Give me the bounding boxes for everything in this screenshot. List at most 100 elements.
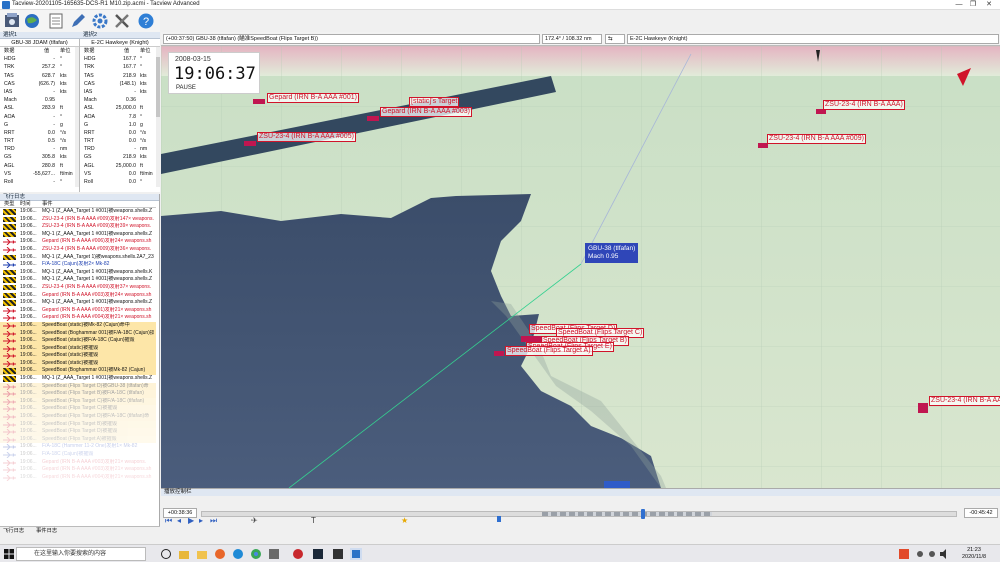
log-row[interactable]: 19:06... MQ-1 (Z_AAA_Target 1 #001)被weapo… xyxy=(0,208,156,216)
chrome-icon[interactable] xyxy=(250,548,262,560)
primary-object-select[interactable]: (+00:37:50) GBU-38 (tlfafan) (瞄准SpeedBoa… xyxy=(163,34,540,44)
maximize-button[interactable]: ❐ xyxy=(966,0,980,10)
log-row[interactable]: 19:06... MQ-1 (Z_AAA_Target 1 #001)被weapo… xyxy=(0,230,156,239)
log-row[interactable]: 19:06... Gepard (IRN B-A AAA #006)发射24× w… xyxy=(0,238,156,246)
tacview-taskbar-icon[interactable] xyxy=(350,548,362,560)
log-row[interactable]: 19:06... Gepard (IRN B-A AAA #004)发射21× w… xyxy=(0,473,156,482)
close-button[interactable]: ✕ xyxy=(982,0,996,10)
log-row[interactable]: 19:06... SpeedBoat (static)被F/A-18C (Caju… xyxy=(0,337,156,345)
unit-label-zsu-005[interactable]: ZSU-23-4 (IRN B-A AAA #005) xyxy=(257,132,356,142)
timeline-thumb[interactable] xyxy=(641,509,645,519)
input-method-icon[interactable] xyxy=(898,548,910,560)
log-row[interactable]: 19:06... Gepard (IRN B-A AAA #003)发射24× w… xyxy=(0,291,156,300)
log-row[interactable]: 19:06... F/A-18C (Cajun)发射2× Mk-82 xyxy=(0,261,156,269)
log-row[interactable]: 19:06... ZSU-23-4 (IRN B-A AAA #009)发射147… xyxy=(0,215,156,224)
play-icon[interactable]: ▶ xyxy=(188,516,194,525)
secondary-object-select[interactable]: E-2C Hawkeye (Knight) xyxy=(627,34,999,44)
log-row[interactable]: 19:06... SpeedBoat (Boghammar 001)被Mk-82 … xyxy=(0,367,156,376)
log-row[interactable]: 19:06... F/A-18C (Hammer 11-2 One)发射1× Mk… xyxy=(0,443,156,451)
step-forward-icon[interactable]: ▸ xyxy=(199,516,203,525)
log-time: 19:06... xyxy=(20,382,37,389)
log-row[interactable]: 19:06... SpeedBoat (Flips Target C)被摧毁 xyxy=(0,405,156,414)
tray-icon-1[interactable] xyxy=(914,548,926,560)
log-row[interactable]: 19:06... Gepard (IRN B-A AAA #003)发射21× w… xyxy=(0,466,156,474)
selected-weapon-label[interactable]: GBU-38 (tlfafan) Mach 0.95 xyxy=(585,243,639,263)
unit-label-zsu-edge[interactable]: ZSU-23-4 (IRN B-A AAA xyxy=(929,396,1000,406)
document-icon[interactable] xyxy=(46,11,66,31)
task-view-icon[interactable] xyxy=(160,548,172,560)
globe-icon[interactable] xyxy=(22,11,42,31)
telemetry-row: ASL 25,000.0 ft xyxy=(80,104,160,112)
log-event: SpeedBoat (Boghammar 001)被F/A-18C (Cajun… xyxy=(42,329,154,336)
log-event: SpeedBoat (Boghammar 001)被Mk-82 (Cajun) xyxy=(42,367,146,374)
app-icon[interactable] xyxy=(268,548,280,560)
steam-icon[interactable] xyxy=(312,548,324,560)
step-back-icon[interactable]: ◂ xyxy=(177,516,181,525)
unit-label-zsu-009[interactable]: ZSU-23-4 (IRN B-A AAA #009) xyxy=(767,134,866,144)
tools-icon[interactable] xyxy=(112,11,132,31)
log-row[interactable]: 19:06... ZSU-23-4 (IRN B-A AAA #009)发射39×… xyxy=(0,223,156,231)
unit-label-speedboat-a[interactable]: SpeedBoat (Flips Target A) xyxy=(505,346,593,356)
log-row[interactable]: 19:06... ZSU-23-4 (IRN B-A AAA #009)发射36×… xyxy=(0,245,156,254)
camera-mode-icon[interactable]: ✈ xyxy=(251,516,258,525)
tab-event-log[interactable]: 事件日志 xyxy=(36,527,57,535)
object-1-scrollbar[interactable] xyxy=(75,47,79,187)
log-row[interactable]: 19:06... SpeedBoat (Flips Target D)被F/A-1… xyxy=(0,413,156,421)
help-icon[interactable]: ? xyxy=(136,11,156,31)
bookmark-icon[interactable]: ★ xyxy=(401,516,408,525)
flight-log-list[interactable]: 19:06... MQ-1 (Z_AAA_Target 1 #001)被weapo… xyxy=(0,208,156,518)
log-row[interactable]: 19:06... MQ-1 (Z_AAA_Target 1 #001)被weapo… xyxy=(0,375,156,383)
log-row[interactable]: 19:06... MQ-1 (Z_AAA_Target 1 #001)被weapo… xyxy=(0,299,156,307)
unit-label-zsu[interactable]: ZSU-23-4 (IRN B-A AAA) xyxy=(823,100,905,110)
minimize-button[interactable]: — xyxy=(952,0,966,10)
object-1-name[interactable]: GBU-38 JDAM (tlfafan) xyxy=(0,39,79,47)
log-row[interactable]: 19:06... MQ-1 (Z_AAA_Target 1 #001)被weapo… xyxy=(0,276,156,284)
log-row[interactable]: 19:06... Gepard (IRN B-A AAA #001)发射21× w… xyxy=(0,306,156,315)
telemetry-value: 257.2 xyxy=(42,64,55,71)
log-row[interactable]: 19:06... SpeedBoat (static)被摧毁 xyxy=(0,352,156,360)
edge-icon[interactable] xyxy=(232,548,244,560)
log-row[interactable]: 19:06... Gepard (IRN B-A AAA #003)发射21× w… xyxy=(0,458,156,467)
unit-label-gepard-003[interactable]: Gepard (IRN B-A AAA #003) xyxy=(380,107,472,117)
taskbar-search-input[interactable]: 在这里输入你要搜索的内容 xyxy=(16,547,146,561)
log-row[interactable]: 19:06... SpeedBoat (static)被摧毁 xyxy=(0,359,156,368)
volume-icon[interactable] xyxy=(938,548,950,560)
file-explorer-icon[interactable] xyxy=(178,548,190,560)
rewind-icon[interactable]: ⏮ xyxy=(165,516,172,526)
tab-flight-log[interactable]: 飞行日志 xyxy=(3,527,24,535)
log-row[interactable]: 19:06... SpeedBoat (Boghammar 001)被F/A-18… xyxy=(0,329,156,338)
folder-icon[interactable] xyxy=(196,548,208,560)
speed-icon[interactable]: ⏭ xyxy=(210,516,217,526)
flight-log-panel: 飞行日志 类型 时间 事件 19:06... MQ-1 (Z_AAA_Target… xyxy=(0,194,160,534)
log-row[interactable]: 19:06... SpeedBoat (Flips Target C)被F/A-1… xyxy=(0,397,156,406)
log-row[interactable]: 19:06... ZSU-23-4 (IRN B-A AAA #009)发射37×… xyxy=(0,283,156,292)
log-row[interactable]: 19:06... SpeedBoat (Flips Target B)被摧毁 xyxy=(0,420,156,429)
open-file-icon[interactable] xyxy=(2,11,22,31)
log-row[interactable]: 19:06... SpeedBoat (Flips Target D)被摧毁 xyxy=(0,428,156,436)
tray-icon-2[interactable] xyxy=(926,548,938,560)
log-row[interactable]: 19:06... MQ-1 (Z_AAA_Target 1 #001)被weapo… xyxy=(0,268,156,277)
label-mode-icon[interactable]: T xyxy=(311,516,316,525)
dcs-icon[interactable] xyxy=(332,548,344,560)
settings-gear-icon[interactable] xyxy=(90,11,110,31)
log-row[interactable]: 19:06... SpeedBoat (Flips Target B)被F/A-1… xyxy=(0,390,156,398)
log-row[interactable]: 19:06... SpeedBoat (static)被Mk-82 (Cajun)… xyxy=(0,321,156,330)
log-row[interactable]: 19:06... SpeedBoat (Flips Target D)被GBU-3… xyxy=(0,382,156,391)
app-red-icon[interactable] xyxy=(292,548,304,560)
firefox-icon[interactable] xyxy=(214,548,226,560)
log-row[interactable]: 19:06... MQ-1 (Z_AAA_Target 1)被weapons.sh… xyxy=(0,253,156,262)
log-row[interactable]: 19:06... Gepard (IRN B-A AAA #004)发射21× w… xyxy=(0,314,156,322)
object-2-name[interactable]: E-2C Hawkeye (Knight) xyxy=(80,39,160,47)
unit-label-static-target[interactable]: [static]'s Target xyxy=(409,97,460,107)
object-2-scrollbar[interactable] xyxy=(156,47,160,187)
lock-view-button[interactable]: ⇆ xyxy=(605,34,625,44)
3d-view[interactable]: 2008-03-15 19:06:37 PAUSE Gepard (IRN B-… xyxy=(161,46,1000,488)
speed-slider[interactable] xyxy=(497,516,501,522)
log-row[interactable]: 19:06... SpeedBoat (Flips Target A)被摧毁 xyxy=(0,435,156,444)
windows-start-icon[interactable] xyxy=(3,548,15,560)
log-row[interactable]: 19:06... F/A-18C (Cajun)被摧毁 xyxy=(0,451,156,459)
unit-label-gepard-001[interactable]: Gepard (IRN B-A AAA #001) xyxy=(267,93,359,103)
taskbar-clock[interactable]: 21:23 2020/11/8 xyxy=(954,547,994,561)
log-row[interactable]: 19:06... SpeedBoat (static)被摧毁 xyxy=(0,344,156,353)
pen-icon[interactable] xyxy=(68,11,88,31)
